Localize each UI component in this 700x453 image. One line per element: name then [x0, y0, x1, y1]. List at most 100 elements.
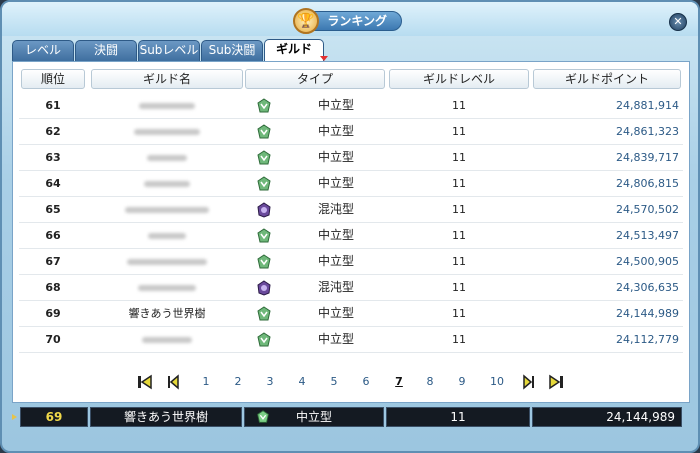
last-page-icon[interactable] — [548, 374, 564, 390]
row-guild-points: 24,806,815 — [616, 177, 679, 190]
next-page-icon[interactable] — [521, 374, 537, 390]
row-rank: 70 — [45, 333, 61, 346]
table-row[interactable]: 66 中立型 11 24,513,497 — [19, 223, 683, 249]
first-page-icon[interactable] — [137, 374, 153, 390]
row-guild-level: 11 — [452, 125, 466, 138]
obscured-guild-name — [142, 337, 192, 343]
row-rank: 66 — [45, 229, 61, 242]
my-guild-name: 響きあう世界樹 — [90, 407, 242, 427]
row-guild-name — [91, 119, 243, 144]
prev-page-icon[interactable] — [165, 374, 181, 390]
table-row[interactable]: 65 混沌型 11 24,570,502 — [19, 197, 683, 223]
neutral-icon — [257, 410, 269, 423]
table-row[interactable]: 63 中立型 11 24,839,717 — [19, 145, 683, 171]
page-4[interactable]: 4 — [294, 372, 310, 392]
my-guild-row: 69 響きあう世界樹 中立型 11 24,144,989 — [2, 407, 698, 427]
ranking-window: 🏆 ランキング ✕ レベル 決闘 Subレベル Sub決闘 ギルド 順位 ギルド… — [0, 0, 700, 453]
ranking-table: 順位 ギルド名 タイプ ギルドレベル ギルドポイント 61 中立型 11 24,881… — [12, 61, 690, 403]
tab-sub-duel[interactable]: Sub決闘 — [201, 40, 263, 61]
row-type: 混沌型 — [317, 280, 354, 294]
row-type: 中立型 — [317, 150, 354, 164]
my-guild-rank: 69 — [20, 407, 88, 427]
tab-bar: レベル 決闘 Subレベル Sub決闘 ギルド — [12, 39, 325, 61]
neutral-icon — [257, 124, 271, 139]
row-guild-level: 11 — [452, 333, 466, 346]
tab-sub-level[interactable]: Subレベル — [138, 40, 200, 61]
neutral-icon — [257, 98, 271, 113]
header-rank[interactable]: 順位 — [21, 69, 85, 89]
row-guild-level: 11 — [452, 229, 466, 242]
row-guild-name: 響きあう世界樹 — [128, 307, 206, 320]
neutral-icon — [257, 176, 271, 191]
chaos-icon — [257, 280, 271, 296]
page-7-current[interactable]: 7 — [391, 372, 407, 392]
row-guild-level: 11 — [452, 203, 466, 216]
table-row[interactable]: 70 中立型 11 24,112,779 — [19, 327, 683, 353]
row-rank: 67 — [45, 255, 61, 268]
row-rank: 61 — [45, 99, 61, 112]
obscured-guild-name — [138, 285, 196, 291]
neutral-icon — [257, 332, 271, 347]
chaos-icon — [257, 202, 271, 218]
neutral-icon — [257, 306, 271, 321]
row-type: 中立型 — [317, 228, 354, 242]
header-type[interactable]: タイプ — [245, 69, 385, 89]
obscured-guild-name — [148, 233, 186, 239]
row-rank: 69 — [45, 307, 61, 320]
page-6[interactable]: 6 — [358, 372, 374, 392]
row-type: 中立型 — [317, 176, 354, 190]
row-rank: 68 — [45, 281, 61, 294]
header-guild-points[interactable]: ギルドポイント — [533, 69, 681, 89]
row-guild-name — [91, 327, 243, 352]
row-type: 中立型 — [317, 124, 354, 138]
page-5[interactable]: 5 — [326, 372, 342, 392]
page-3[interactable]: 3 — [262, 372, 278, 392]
row-guild-points: 24,112,779 — [616, 333, 679, 346]
pagination: 1 2 3 4 5 6 7 8 9 10 — [13, 372, 689, 392]
row-guild-level: 11 — [452, 307, 466, 320]
table-row[interactable]: 67 中立型 11 24,500,905 — [19, 249, 683, 275]
row-guild-level: 11 — [452, 281, 466, 294]
close-button[interactable]: ✕ — [669, 13, 687, 31]
obscured-guild-name — [147, 155, 187, 161]
row-type: 混沌型 — [317, 202, 354, 216]
table-row[interactable]: 61 中立型 11 24,881,914 — [19, 93, 683, 119]
table-row[interactable]: 69 響きあう世界樹 中立型 11 24,144,989 — [19, 301, 683, 327]
row-guild-name — [91, 223, 243, 248]
row-rank: 63 — [45, 151, 61, 164]
header-guild-level[interactable]: ギルドレベル — [389, 69, 529, 89]
tab-guild[interactable]: ギルド — [264, 39, 324, 61]
my-guild-level: 11 — [386, 407, 530, 427]
header-guild-name[interactable]: ギルド名 — [91, 69, 243, 89]
row-type: 中立型 — [317, 254, 354, 268]
page-8[interactable]: 8 — [422, 372, 438, 392]
neutral-icon — [257, 254, 271, 269]
table-row[interactable]: 62 中立型 11 24,861,323 — [19, 119, 683, 145]
row-guild-name — [91, 197, 243, 222]
my-guild-points: 24,144,989 — [532, 407, 682, 427]
pointer-icon — [12, 414, 17, 420]
my-guild-type-cell: 中立型 — [244, 407, 384, 427]
row-guild-points: 24,144,989 — [616, 307, 679, 320]
row-guild-level: 11 — [452, 99, 466, 112]
row-type: 中立型 — [317, 98, 354, 112]
row-type: 中立型 — [317, 306, 354, 320]
title-bar[interactable]: 🏆 ランキング ✕ — [2, 2, 698, 36]
page-1[interactable]: 1 — [198, 372, 214, 392]
page-10[interactable]: 10 — [487, 372, 507, 392]
page-9[interactable]: 9 — [454, 372, 470, 392]
row-guild-points: 24,881,914 — [616, 99, 679, 112]
trophy-icon: 🏆 — [293, 8, 319, 34]
obscured-guild-name — [127, 259, 207, 265]
page-2[interactable]: 2 — [230, 372, 246, 392]
tab-level[interactable]: レベル — [12, 40, 74, 61]
table-row[interactable]: 68 混沌型 11 24,306,635 — [19, 275, 683, 301]
row-guild-points: 24,839,717 — [616, 151, 679, 164]
row-guild-name — [91, 249, 243, 274]
row-guild-name — [91, 145, 243, 170]
neutral-icon — [257, 228, 271, 243]
neutral-icon — [257, 150, 271, 165]
tab-duel[interactable]: 決闘 — [75, 40, 137, 61]
row-rank: 65 — [45, 203, 61, 216]
table-row[interactable]: 64 中立型 11 24,806,815 — [19, 171, 683, 197]
